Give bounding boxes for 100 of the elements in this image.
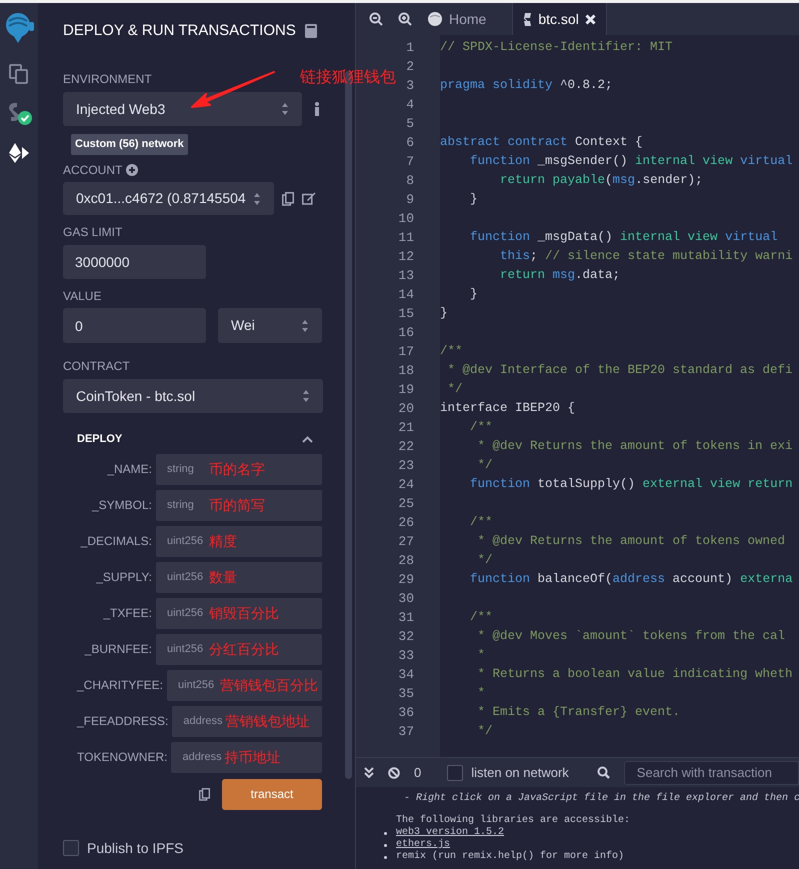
environment-label: ENVIRONMENT [63,71,152,88]
account-select[interactable]: 0xc01...c4672 (0.87145504 [63,182,274,215]
param-label: _SUPPLY: [95,569,153,586]
line-number: 21 [398,420,414,435]
param-label: _BURNFEE: [84,641,153,658]
caret-icon[interactable] [302,436,313,443]
annotation-text: 币的名字 [209,460,265,478]
close-icon[interactable] [584,14,596,24]
zoom-out-icon[interactable] [369,12,383,26]
bullet-icon [384,844,387,846]
line-number: 18 [398,363,414,378]
bullet-icon [384,856,387,858]
line-number: 17 [398,344,414,359]
annotation-text: 销毁百分比 [209,604,279,622]
line-number: 36 [398,705,414,720]
environment-select[interactable]: Injected Web3 [63,92,302,126]
code-line: */ [476,458,493,472]
value-label: VALUE [63,288,102,305]
line-number: 5 [406,116,414,131]
line-number: 4 [406,97,414,112]
select-arrows-icon [281,102,289,116]
book-icon[interactable] [305,24,317,38]
code-line: return payable(msg.sender); [499,173,703,187]
panel-title: DEPLOY & RUN TRANSACTIONS [63,20,296,41]
unit-select[interactable]: Wei [218,308,322,343]
zoom-in-icon[interactable] [398,12,412,26]
logo-icon[interactable] [3,11,35,45]
code-line: * Emits a {Transfer} event. [476,705,680,719]
param-label: _FEEADDRESS: [77,713,170,730]
param-label: TOKENOWNER: [77,749,168,766]
code-line: // SPDX-License-Identifier: MIT [440,40,673,54]
line-number: 26 [398,515,414,530]
annotation-text: 币的简写 [209,496,265,514]
code-line: /** [440,344,463,358]
line-number: 6 [406,135,414,150]
line-number: 29 [398,572,414,587]
contract-select[interactable]: CoinToken - btc.sol [63,379,323,413]
listen-checkbox[interactable] [447,764,464,780]
listen-label: listen on network [471,764,569,782]
editor-tab[interactable]: btc.sol [513,3,607,35]
publish-label: Publish to IPFS [87,838,184,858]
console-text: The following libraries are accessible: [396,815,630,826]
edit-icon[interactable] [302,192,316,205]
code-line: } [469,287,478,301]
pending-count: 0 [414,764,422,782]
param-label: _DECIMALS: [80,533,153,550]
param-label: _CHARITYFEE: [77,677,164,694]
code-line: return msg.data; [499,268,620,282]
console-text: remix (run remix.help() for more info) [396,851,624,863]
line-number: 12 [398,249,414,264]
code-line: */ [446,382,463,396]
copy-icon[interactable] [199,788,210,800]
line-number: 24 [398,477,414,492]
code-line: * Returns a boolean value indicating wheth [476,667,793,681]
bullet-icon [384,832,387,834]
annotation-text: 持币地址 [224,748,280,766]
search-field[interactable]: Search with transaction [624,760,799,784]
code-line: * [476,686,486,700]
select-arrows-icon [302,389,310,403]
code-line: } [469,192,478,206]
ethereum-deploy-icon[interactable] [7,141,31,165]
line-number: 23 [398,458,414,473]
search-icon[interactable] [596,766,610,779]
line-number: 20 [398,401,414,416]
annotation-text: 营销钱包百分比 [220,676,318,694]
code-line: */ [476,553,493,567]
info-icon[interactable] [314,102,320,116]
add-icon[interactable] [126,164,138,176]
files-icon[interactable] [8,63,30,85]
clear-icon[interactable] [388,766,400,778]
value-field[interactable]: 0 [63,308,206,343]
code-line: /** [469,610,493,624]
collapse-icon[interactable] [364,767,374,778]
line-number: 33 [398,648,414,663]
solidity-file-icon [523,12,532,26]
line-number: 30 [398,591,414,606]
publish-checkbox[interactable] [63,840,79,856]
annotation-text: 分红百分比 [209,640,279,658]
code-line: function _msgData() internal view virtual [469,230,778,244]
param-label: _TXFEE: [102,605,153,622]
code-line: function totalSupply() external view return [469,477,793,491]
copy-icon[interactable] [282,192,294,206]
library-link[interactable]: ethers.js [396,839,450,851]
code-line: */ [476,724,493,738]
line-number: 25 [398,496,414,511]
line-number: 15 [398,306,414,321]
line-number: 11 [398,230,414,245]
annotation-text: 营销钱包地址 [225,712,310,730]
line-number: 35 [398,686,414,701]
line-number: 19 [398,382,414,397]
line-number: 27 [398,534,414,549]
home-logo-icon [427,11,443,27]
code-line: * [476,648,486,662]
line-number: 10 [398,211,414,226]
line-number: 1 [406,40,414,55]
gas-limit-field[interactable]: 3000000 [63,245,206,279]
library-link[interactable]: web3 version 1.5.2 [396,827,504,839]
line-number: 28 [398,553,414,568]
code-line: this; // silence state mutability warni [499,249,793,263]
select-arrows-icon [301,318,309,332]
